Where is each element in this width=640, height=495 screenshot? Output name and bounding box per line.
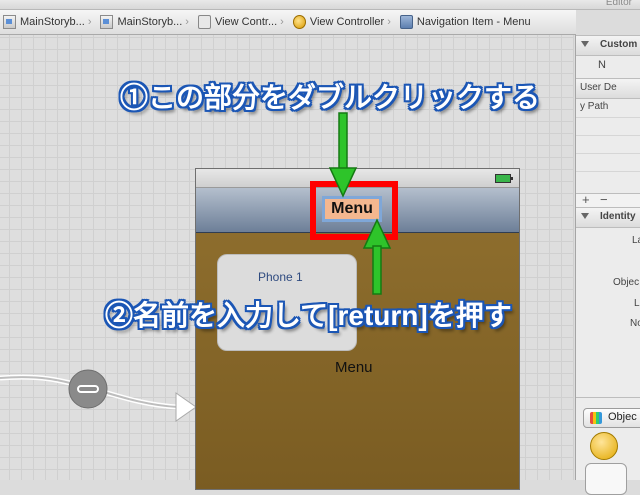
segue-icon[interactable]	[68, 369, 108, 409]
view-controller-object-icon[interactable]	[590, 432, 618, 460]
identity-field-label: La	[632, 235, 640, 246]
chevron-right-icon: ›	[280, 16, 284, 28]
scene-entry-arrow-icon	[175, 392, 197, 422]
user-defined-header: User De	[576, 78, 640, 99]
chevron-right-icon: ›	[185, 16, 189, 28]
divider	[576, 153, 640, 154]
breadcrumb-item-storyboard-1[interactable]: MainStoryb... ›	[0, 10, 97, 34]
divider	[576, 117, 640, 118]
breadcrumb-label: MainStoryb...	[117, 16, 183, 28]
remove-icon[interactable]: −	[600, 192, 608, 207]
view-controller-icon	[197, 15, 211, 29]
breadcrumb-label: Navigation Item - Menu	[416, 16, 531, 28]
chevron-right-icon: ›	[387, 16, 391, 28]
breadcrumb: MainStoryb... › MainStoryb... › View Con…	[0, 10, 576, 35]
identity-section-title: Identity	[600, 211, 636, 222]
highlight-frame	[310, 181, 398, 240]
editor-label: Editor	[605, 0, 632, 8]
window-toolbar: Editor	[0, 0, 640, 10]
object-library-icon	[590, 412, 602, 424]
annotation-step-1: ①この部分をダブルクリックする	[120, 82, 541, 113]
identity-field-label: Objec	[613, 277, 640, 288]
disclosure-triangle-icon	[581, 213, 589, 219]
navigation-item-icon	[399, 15, 413, 29]
breadcrumb-item-view-controller-scene[interactable]: View Contr... ›	[195, 10, 290, 34]
menu-label: Menu	[335, 359, 373, 376]
annotation-step-2: ②名前を入力して[return]を押す	[105, 300, 512, 331]
key-path-label: y Path	[580, 101, 609, 112]
breadcrumb-label: View Controller	[309, 16, 385, 28]
divider	[576, 171, 640, 172]
custom-section-header[interactable]: Custom	[576, 35, 640, 56]
custom-section-title: Custom	[600, 39, 638, 50]
identity-field-label: L	[634, 298, 640, 309]
storyboard-icon	[100, 15, 114, 29]
divider	[576, 397, 640, 398]
chevron-right-icon: ›	[87, 16, 92, 28]
breadcrumb-label: MainStoryb...	[20, 16, 85, 28]
disclosure-triangle-icon	[581, 41, 589, 47]
storyboard-icon	[3, 15, 16, 29]
add-remove-bar: + −	[576, 192, 640, 208]
object-library-item[interactable]	[585, 463, 627, 495]
user-defined-label: User De	[580, 82, 617, 93]
identity-field-label: No	[630, 318, 640, 329]
breadcrumb-label: View Contr...	[214, 16, 278, 28]
divider	[576, 135, 640, 136]
phone-button-label: Phone 1	[258, 270, 303, 284]
view-controller-gold-icon	[292, 15, 306, 29]
identity-section-header[interactable]: Identity	[576, 207, 640, 228]
breadcrumb-item-storyboard-2[interactable]: MainStoryb... ›	[97, 10, 194, 34]
battery-icon	[495, 174, 513, 183]
panel-field-label: N	[598, 59, 606, 71]
object-library-tab[interactable]: Objec	[583, 408, 640, 428]
breadcrumb-item-navigation-item[interactable]: Navigation Item - Menu	[397, 10, 534, 34]
breadcrumb-item-view-controller[interactable]: View Controller ›	[290, 10, 397, 34]
object-library-label: Objec	[608, 411, 637, 423]
add-icon[interactable]: +	[582, 192, 590, 207]
